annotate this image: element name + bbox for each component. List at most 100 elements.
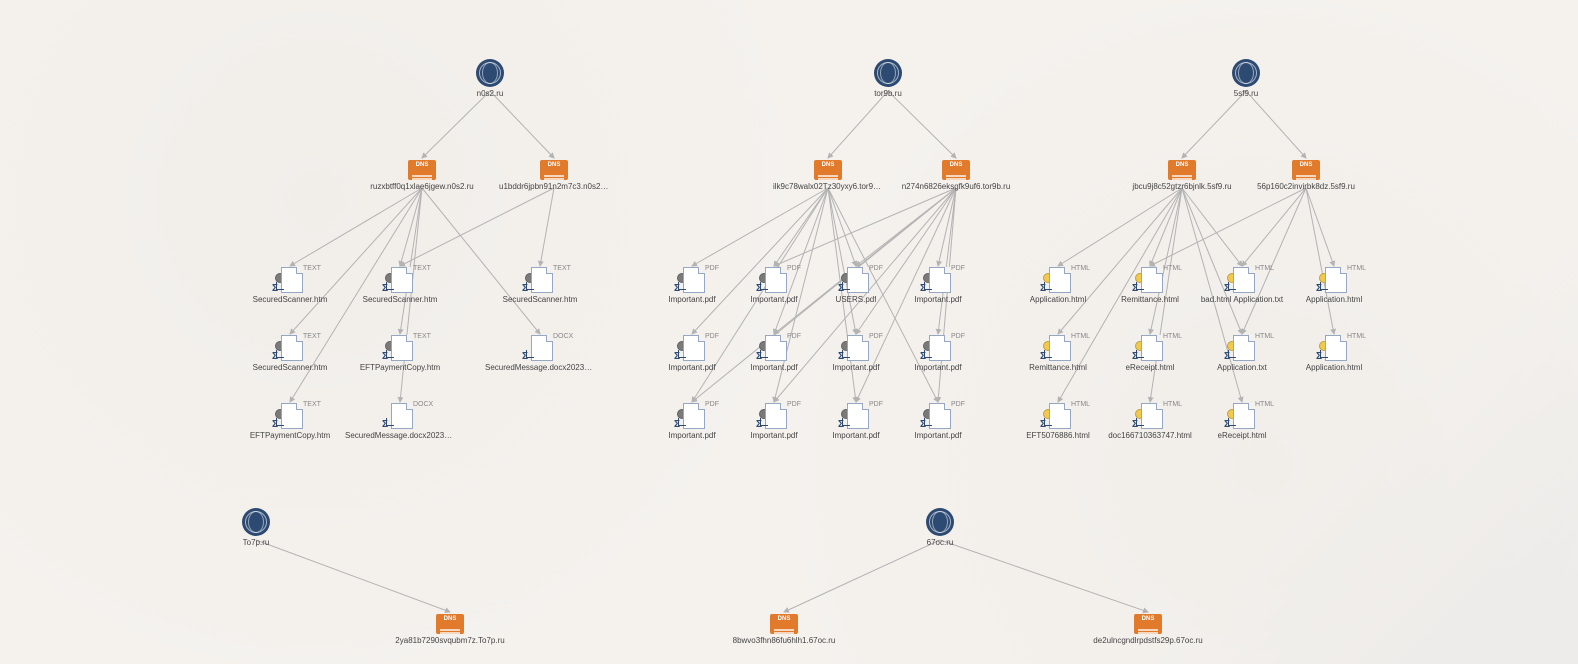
file-icon (531, 267, 553, 293)
file-node[interactable]: HTML doc166710363747.html (1105, 403, 1195, 440)
dns-node[interactable]: ilk9c78walx02Tz30yxy6.tor9b.ru (783, 160, 873, 191)
domain-label: tor9b.ru (874, 89, 902, 98)
file-node[interactable]: HTML Application.txt (1197, 335, 1287, 372)
file-node[interactable]: PDF Important.pdf (647, 335, 737, 372)
file-icon (1049, 403, 1071, 429)
dns-node[interactable]: 56p160c2invirbk8dz.5sf9.ru (1261, 160, 1351, 191)
file-label: Important.pdf (750, 295, 797, 304)
dns-icon (1168, 160, 1196, 180)
file-icon-wrap: HTML (1137, 335, 1163, 361)
domain-node[interactable]: n0s2.ru (445, 59, 535, 98)
file-icon (391, 267, 413, 293)
file-icon (1049, 335, 1071, 361)
file-node[interactable]: HTML eReceipt.html (1105, 335, 1195, 372)
file-icon (929, 403, 951, 429)
file-type-tag: TEXT (413, 333, 431, 340)
file-type-tag: PDF (705, 333, 719, 340)
dns-icon (436, 614, 464, 634)
file-node[interactable]: TEXT SecuredScanner.htm (355, 267, 445, 304)
file-node[interactable]: PDF Important.pdf (811, 403, 901, 440)
file-node[interactable]: PDF Important.pdf (729, 267, 819, 304)
dns-label: 2ya81b7290svqubm7z.To7p.ru (395, 636, 504, 645)
file-icon-wrap: PDF (925, 267, 951, 293)
file-node[interactable]: HTML Remittance.html (1105, 267, 1195, 304)
file-node[interactable]: PDF Important.pdf (811, 335, 901, 372)
file-node[interactable]: PDF Important.pdf (647, 403, 737, 440)
file-type-tag: TEXT (303, 265, 321, 272)
file-type-tag: TEXT (303, 333, 321, 340)
file-node[interactable]: PDF Important.pdf (729, 403, 819, 440)
file-label: EFTPaymentCopy.htm (360, 363, 440, 372)
file-icon-wrap: TEXT (387, 335, 413, 361)
file-label: Application.html (1030, 295, 1086, 304)
file-icon (1233, 267, 1255, 293)
dns-icon (942, 160, 970, 180)
file-label: EFT5076886.html (1026, 431, 1090, 440)
file-node[interactable]: TEXT SecuredScanner.htm (495, 267, 585, 304)
file-type-tag: PDF (951, 265, 965, 272)
dns-label: u1bddr6jpbn91n2m7c3.n0s2.ru (499, 182, 609, 191)
file-node[interactable]: PDF Important.pdf (893, 267, 983, 304)
file-label: Application.txt (1217, 363, 1267, 372)
file-type-tag: PDF (787, 333, 801, 340)
file-icon-wrap: HTML (1137, 267, 1163, 293)
domain-node[interactable]: To7p.ru (211, 508, 301, 547)
file-node[interactable]: TEXT SecuredScanner.htm (245, 335, 335, 372)
file-node[interactable]: PDF Important.pdf (729, 335, 819, 372)
file-node[interactable]: HTML Application.html (1289, 335, 1379, 372)
file-label: Important.pdf (832, 431, 879, 440)
file-node[interactable]: PDF Important.pdf (647, 267, 737, 304)
domain-node[interactable]: tor9b.ru (843, 59, 933, 98)
file-label: Important.pdf (832, 363, 879, 372)
dns-label: 8bwvo3fhn86fu6hlh1.67oc.ru (733, 636, 836, 645)
dns-node[interactable]: ruzxbtff0q1xlae6jgew.n0s2.ru (377, 160, 467, 191)
file-type-tag: HTML (1255, 265, 1274, 272)
file-node[interactable]: TEXT EFTPaymentCopy.htm (355, 335, 445, 372)
dns-node[interactable]: jbcu9j8c52gtzr6bjnlk.5sf9.ru (1137, 160, 1227, 191)
file-type-tag: PDF (787, 401, 801, 408)
dns-node[interactable]: 2ya81b7290svqubm7z.To7p.ru (405, 614, 495, 645)
dns-label: jbcu9j8c52gtzr6bjnlk.5sf9.ru (1132, 182, 1231, 191)
file-node[interactable]: HTML Remittance.html (1013, 335, 1103, 372)
file-icon-wrap: TEXT (277, 267, 303, 293)
file-label: Important.pdf (668, 363, 715, 372)
file-icon-wrap: PDF (925, 335, 951, 361)
file-node[interactable]: DOCX SecuredMessage.docx20230926-6-5… (355, 403, 445, 440)
file-icon-wrap: TEXT (387, 267, 413, 293)
file-node[interactable]: PDF Important.pdf (893, 403, 983, 440)
file-label: Important.pdf (750, 363, 797, 372)
file-label: SecuredScanner.htm (503, 295, 578, 304)
domain-node[interactable]: 5sf9.ru (1201, 59, 1291, 98)
file-node[interactable]: HTML EFT5076886.html (1013, 403, 1103, 440)
file-icon-wrap: PDF (843, 335, 869, 361)
file-node[interactable]: HTML Application.html (1013, 267, 1103, 304)
file-label: SecuredScanner.htm (253, 295, 328, 304)
dns-icon (814, 160, 842, 180)
file-label: SecuredMessage.docx20230926-6-5… (345, 431, 455, 440)
dns-label: 56p160c2invirbk8dz.5sf9.ru (1257, 182, 1355, 191)
file-node[interactable]: HTML bad.html Application.txt (1197, 267, 1287, 304)
file-icon-wrap: DOCX (387, 403, 413, 429)
file-node[interactable]: HTML Application.html (1289, 267, 1379, 304)
file-icon-wrap: HTML (1229, 403, 1255, 429)
file-node[interactable]: TEXT SecuredScanner.htm (245, 267, 335, 304)
domain-node[interactable]: 67oc.ru (895, 508, 985, 547)
file-node[interactable]: PDF USERS.pdf (811, 267, 901, 304)
file-icon (1141, 267, 1163, 293)
file-node[interactable]: TEXT EFTPaymentCopy.htm (245, 403, 335, 440)
file-node[interactable]: PDF Important.pdf (893, 335, 983, 372)
dns-node[interactable]: 8bwvo3fhn86fu6hlh1.67oc.ru (739, 614, 829, 645)
file-type-tag: HTML (1163, 265, 1182, 272)
file-label: Important.pdf (668, 431, 715, 440)
dns-node[interactable]: de2ulncgndlrpdstfs29p.67oc.ru (1103, 614, 1193, 645)
file-node[interactable]: DOCX SecuredMessage.docx20230926-6-0… (495, 335, 585, 372)
dns-node[interactable]: n274n6826eksgfk9uf6.tor9b.ru (911, 160, 1001, 191)
file-icon (391, 403, 413, 429)
file-icon (683, 267, 705, 293)
file-type-tag: PDF (787, 265, 801, 272)
file-icon-wrap: HTML (1045, 335, 1071, 361)
dns-node[interactable]: u1bddr6jpbn91n2m7c3.n0s2.ru (509, 160, 599, 191)
file-icon-wrap: HTML (1137, 403, 1163, 429)
file-node[interactable]: HTML eReceipt.html (1197, 403, 1287, 440)
file-type-tag: PDF (951, 333, 965, 340)
